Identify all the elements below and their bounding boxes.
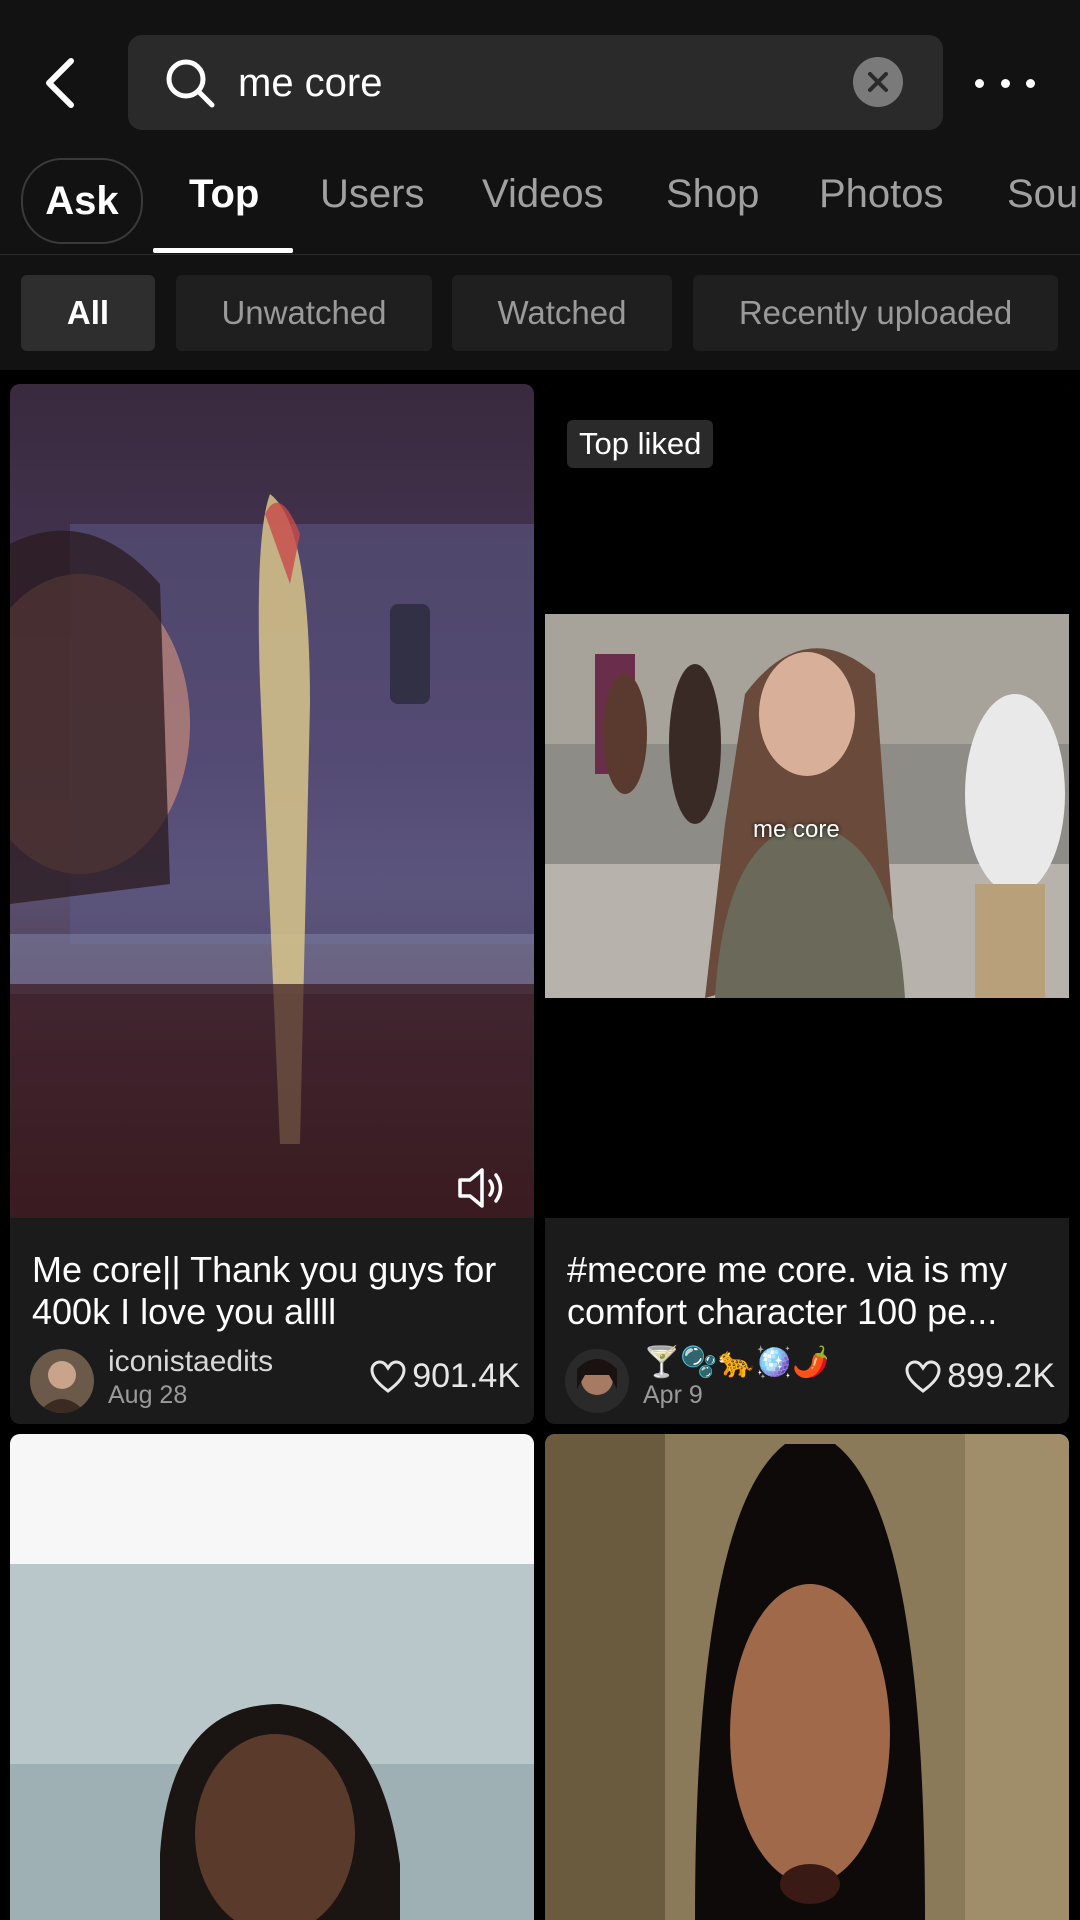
video-card[interactable]: Me core|| Thank you guys for 400k I love… (10, 384, 534, 1424)
clear-search-button[interactable] (853, 57, 903, 107)
video-card[interactable] (545, 1434, 1069, 1920)
post-date: Apr 9 (643, 1381, 703, 1409)
chevron-left-icon (46, 58, 74, 108)
video-meta: 🍸🫧🐆🪩🌶️ Apr 9 899.2K (565, 1346, 1055, 1419)
tab-users[interactable]: Users (320, 172, 424, 217)
video-caption: Me core|| Thank you guys for 400k I love… (32, 1249, 497, 1332)
search-icon (166, 59, 215, 108)
tab-videos[interactable]: Videos (482, 172, 604, 217)
video-card[interactable] (10, 1434, 534, 1920)
results-grid: Me core|| Thank you guys for 400k I love… (0, 370, 1080, 1920)
filter-chips: All Unwatched Watched Recently uploaded (0, 255, 1080, 370)
video-thumbnail (10, 384, 534, 1218)
top-bar (0, 0, 1080, 150)
tab-ask[interactable]: Ask (21, 158, 143, 244)
more-dot (1000, 78, 1010, 88)
avatar[interactable] (565, 1349, 629, 1413)
search-bar[interactable] (128, 35, 943, 130)
active-tab-indicator (153, 248, 293, 253)
post-date: Aug 28 (108, 1381, 188, 1409)
tab-sounds[interactable]: Sou (1007, 172, 1078, 217)
filter-all[interactable]: All (21, 275, 155, 351)
video-thumbnail (545, 384, 1069, 1218)
search-tabs: Ask Top Users Videos Shop Photos Sou (0, 150, 1080, 255)
more-dot (1026, 78, 1035, 88)
video-caption: #mecore me core. via is my comfort chara… (567, 1249, 1008, 1332)
tab-photos[interactable]: Photos (819, 172, 944, 217)
heart-icon (370, 1359, 406, 1393)
close-icon (868, 72, 888, 92)
avatar[interactable] (30, 1349, 94, 1413)
tab-top[interactable]: Top (189, 172, 259, 217)
video-meta: iconistaedits Aug 28 901.4K (30, 1345, 520, 1419)
like-count: 899.2K (905, 1357, 1055, 1396)
author-name[interactable]: 🍸🫧🐆🪩🌶️ (643, 1345, 830, 1380)
back-button[interactable] (30, 50, 90, 116)
filter-recently-uploaded[interactable]: Recently uploaded (693, 275, 1058, 351)
like-count-value: 899.2K (947, 1357, 1055, 1395)
author-name[interactable]: iconistaedits (108, 1345, 273, 1379)
filter-watched[interactable]: Watched (452, 275, 672, 351)
more-options-button[interactable] (975, 58, 1035, 108)
sound-icon[interactable] (454, 1160, 510, 1216)
more-dot (975, 78, 984, 88)
heart-icon (905, 1359, 941, 1393)
top-liked-badge: Top liked (567, 420, 714, 468)
like-count: 901.4K (370, 1357, 520, 1396)
like-count-value: 901.4K (412, 1357, 520, 1395)
search-input[interactable] (236, 49, 800, 117)
video-card[interactable]: Top liked me core #mecore me core. via i… (545, 384, 1069, 1424)
tab-shop[interactable]: Shop (666, 172, 759, 217)
video-overlay-text: me core (753, 816, 840, 843)
video-thumbnail (10, 1434, 534, 1920)
video-thumbnail (545, 1434, 1069, 1920)
filter-unwatched[interactable]: Unwatched (176, 275, 432, 351)
